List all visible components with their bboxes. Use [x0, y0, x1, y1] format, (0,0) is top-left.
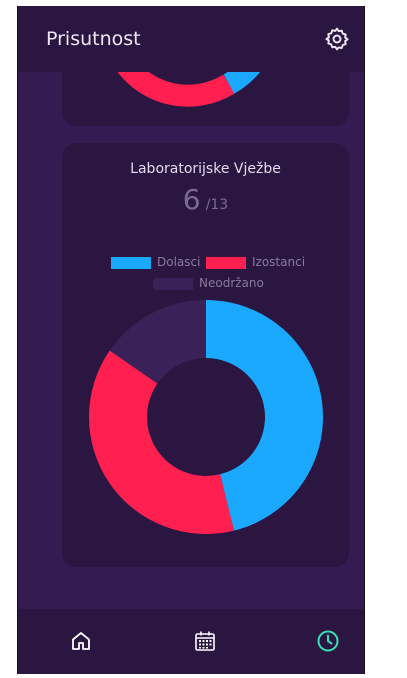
legend-item-present: Dolasci: [111, 255, 200, 269]
app-bar: Prisutnost: [18, 6, 364, 72]
legend-swatch-not-held: [153, 277, 193, 290]
calendar-icon[interactable]: [193, 629, 217, 653]
home-icon[interactable]: [69, 629, 93, 653]
legend-item-absent: Izostanci: [206, 255, 305, 269]
legend-swatch-present: [111, 256, 151, 269]
card-title: Laboratorijske Vježbe: [130, 161, 281, 177]
attendance-card-lab: Laboratorijske Vježbe 6 /13 Dolasci Izos…: [62, 143, 349, 567]
attendance-donut-chart: [88, 300, 323, 534]
bottom-navigation: [18, 609, 364, 674]
total-count: /13: [205, 197, 229, 213]
legend-label-present: Dolasci: [157, 255, 201, 269]
clock-icon[interactable]: [316, 629, 340, 653]
gear-icon[interactable]: [324, 26, 350, 52]
page-title: Prisutnost: [46, 28, 141, 50]
app-screen: Laboratorijske Vježbe 6 /13 Dolasci Izos…: [17, 6, 365, 674]
legend-label-absent: Izostanci: [252, 255, 306, 269]
legend-item-not-held: Neodržano: [153, 276, 264, 290]
legend-swatch-absent: [206, 256, 246, 269]
legend-label-not-held: Neodržano: [199, 276, 264, 290]
attended-count: 6: [182, 183, 201, 216]
attendance-count: 6 /13: [62, 183, 349, 216]
